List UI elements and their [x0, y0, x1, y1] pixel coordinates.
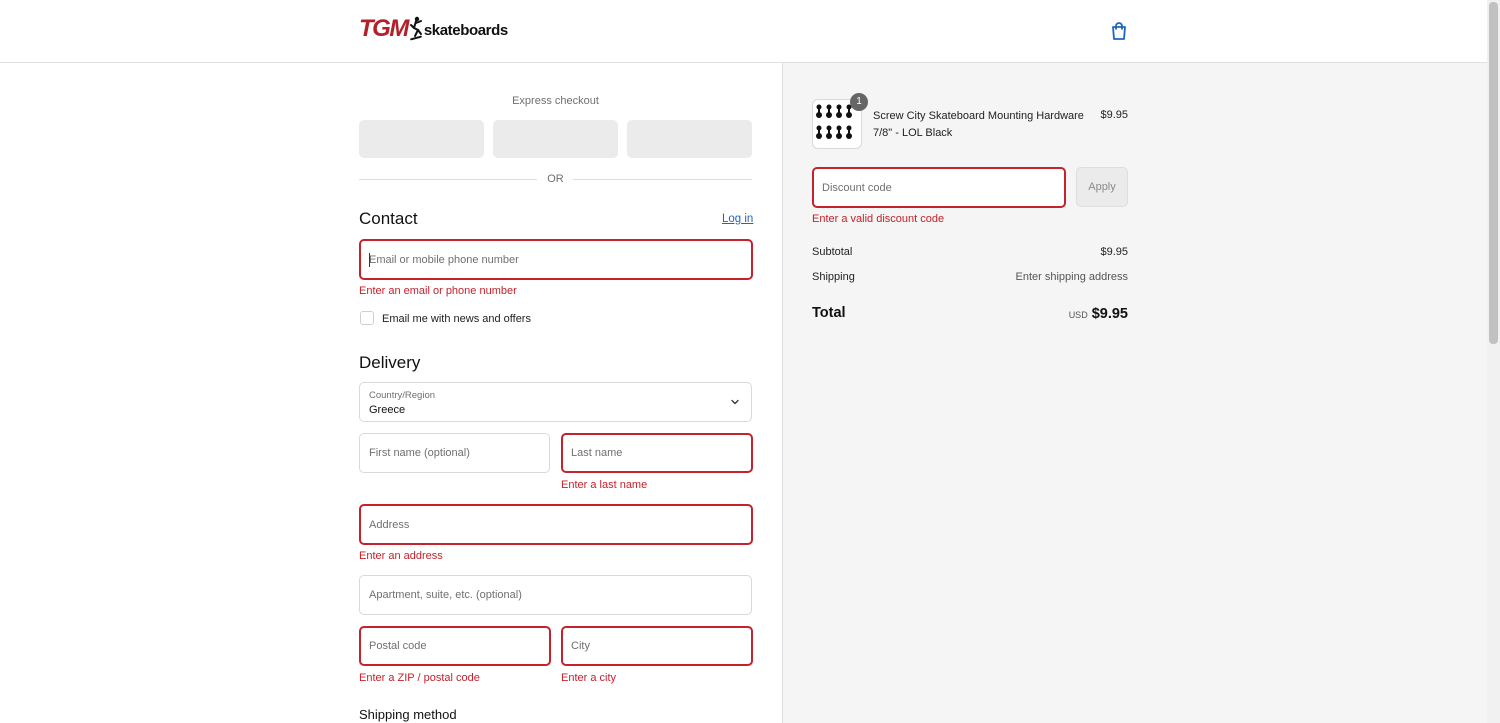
product-price: $9.95	[1100, 109, 1128, 121]
discount-code-placeholder: Discount code	[822, 181, 892, 194]
login-link[interactable]: Log in	[722, 213, 753, 225]
total-value: $9.95	[1091, 306, 1128, 322]
country-value: Greece	[369, 404, 406, 416]
tgm-skateboards-logo[interactable]: TGM skateboards	[359, 14, 508, 44]
email-placeholder: Email or mobile phone number	[369, 253, 519, 266]
logo-wordmark-tgm: TGM	[359, 15, 409, 42]
logo-wordmark-skateboards: skateboards	[423, 21, 508, 39]
apply-discount-button[interactable]: Apply	[1076, 167, 1128, 207]
shopping-bag-icon[interactable]	[1109, 21, 1129, 41]
last-name-field[interactable]: Last name	[561, 433, 753, 473]
order-summary-panel	[782, 63, 1487, 723]
total-amount: USD $9.95	[1000, 305, 1128, 323]
total-label: Total	[812, 305, 846, 321]
or-divider: OR	[359, 172, 752, 188]
last-name-placeholder: Last name	[571, 447, 623, 459]
apartment-field[interactable]: Apartment, suite, etc. (optional)	[359, 575, 752, 615]
express-pay-button-2[interactable]	[493, 120, 618, 158]
city-field[interactable]: City	[561, 626, 753, 666]
address-error: Enter an address	[359, 550, 443, 562]
site-header: TGM skateboards	[0, 0, 1487, 63]
scrollbar-thumb[interactable]	[1489, 2, 1498, 344]
discount-code-field[interactable]: Discount code	[812, 167, 1066, 208]
address-placeholder: Address	[369, 518, 410, 531]
express-pay-button-1[interactable]	[359, 120, 484, 158]
subtotal-row: Subtotal $9.95	[812, 246, 1128, 258]
discount-code-error: Enter a valid discount code	[812, 213, 945, 225]
country-select[interactable]: Country/Region Greece	[359, 382, 752, 422]
postal-code-field[interactable]: Postal code	[359, 626, 551, 666]
skater-icon	[409, 16, 422, 41]
shipping-method-heading: Shipping method	[359, 707, 457, 722]
newsletter-checkbox[interactable]	[360, 311, 374, 325]
currency-code: USD	[1068, 310, 1088, 320]
first-name-field[interactable]: First name (optional)	[359, 433, 550, 473]
country-label: Country/Region	[369, 390, 436, 401]
newsletter-label[interactable]: Email me with news and offers	[382, 313, 531, 325]
product-name: Screw City Skateboard Mounting Hardware …	[873, 110, 1084, 139]
shipping-label: Shipping	[812, 271, 855, 283]
contact-heading: Contact	[359, 209, 418, 228]
email-field[interactable]: Email or mobile phone number	[359, 239, 753, 280]
postal-code-error: Enter a ZIP / postal code	[359, 672, 480, 684]
chevron-down-icon	[731, 399, 739, 405]
or-text: OR	[547, 173, 564, 185]
delivery-heading: Delivery	[359, 353, 421, 372]
subtotal-value: $9.95	[1100, 246, 1128, 258]
first-name-placeholder: First name (optional)	[369, 447, 470, 459]
express-pay-button-3[interactable]	[627, 120, 752, 158]
last-name-error: Enter a last name	[561, 479, 648, 491]
address-field[interactable]: Address	[359, 504, 753, 545]
postal-code-placeholder: Postal code	[369, 640, 427, 652]
quantity-badge: 1	[850, 93, 868, 111]
email-error: Enter an email or phone number	[359, 285, 517, 297]
city-placeholder: City	[571, 640, 590, 652]
shipping-row: Shipping Enter shipping address	[812, 271, 1128, 283]
express-checkout-label: Express checkout	[512, 95, 599, 107]
subtotal-label: Subtotal	[812, 246, 853, 258]
city-error: Enter a city	[561, 672, 617, 684]
page-scrollbar[interactable]	[1487, 0, 1500, 723]
apartment-placeholder: Apartment, suite, etc. (optional)	[369, 589, 522, 601]
shipping-value: Enter shipping address	[1015, 271, 1128, 283]
